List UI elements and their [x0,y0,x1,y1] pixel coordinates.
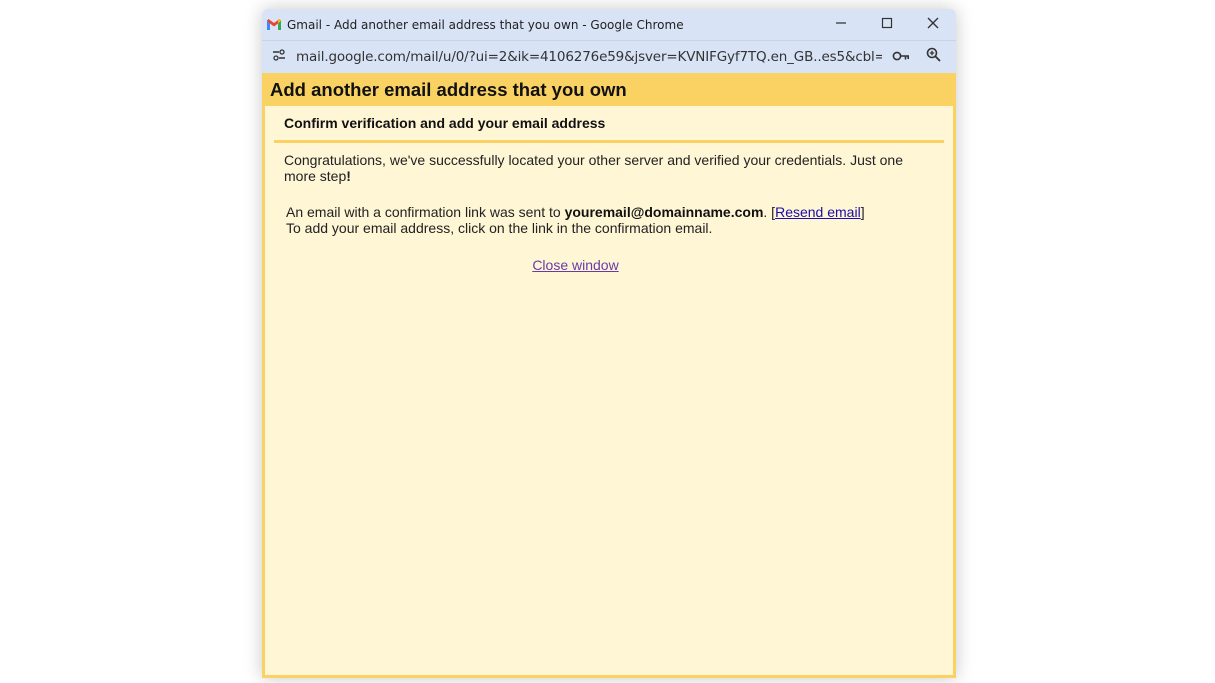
page-content: Add another email address that you own C… [262,73,956,678]
close-icon [927,16,939,34]
password-key-button[interactable] [888,41,914,73]
zoom-button[interactable] [920,41,946,73]
email-address: youremail@domainname.com [564,204,764,220]
close-window-link[interactable]: Close window [532,257,618,273]
congrats-exclaim: ! [346,168,351,184]
gmail-logo-icon [267,19,281,30]
bracket-close: ] [860,204,865,220]
close-button[interactable] [910,9,956,40]
congrats-text: Congratulations, we've successfully loca… [284,152,903,184]
sent-suffix: . [ [763,204,776,220]
instruction-text: To add your email address, click on the … [286,220,713,236]
confirmation-message: An email with a confirmation link was se… [286,204,953,236]
title-bar[interactable]: Gmail - Add another email address that y… [262,9,956,40]
browser-popup-window: Gmail - Add another email address that y… [262,9,956,678]
address-bar: mail.google.com/mail/u/0/?ui=2&ik=410627… [262,40,956,73]
key-icon [892,48,910,66]
url-field[interactable]: mail.google.com/mail/u/0/?ui=2&ik=410627… [296,49,882,65]
sent-prefix: An email with a confirmation link was se… [286,204,565,220]
maximize-button[interactable] [864,9,910,40]
zoom-in-icon [926,47,941,67]
window-title: Gmail - Add another email address that y… [287,17,684,32]
section-title: Confirm verification and add your email … [274,106,944,143]
resend-email-link[interactable]: Resend email [775,204,861,220]
maximize-icon [881,16,893,34]
minimize-button[interactable] [818,9,864,40]
tune-icon [272,48,286,66]
minimize-icon [835,16,847,34]
congrats-message: Congratulations, we've successfully loca… [284,152,914,184]
site-info-button[interactable] [262,41,296,73]
window-controls [818,9,956,40]
close-window-container: Close window [265,257,953,275]
page-title: Add another email address that you own [265,73,953,106]
